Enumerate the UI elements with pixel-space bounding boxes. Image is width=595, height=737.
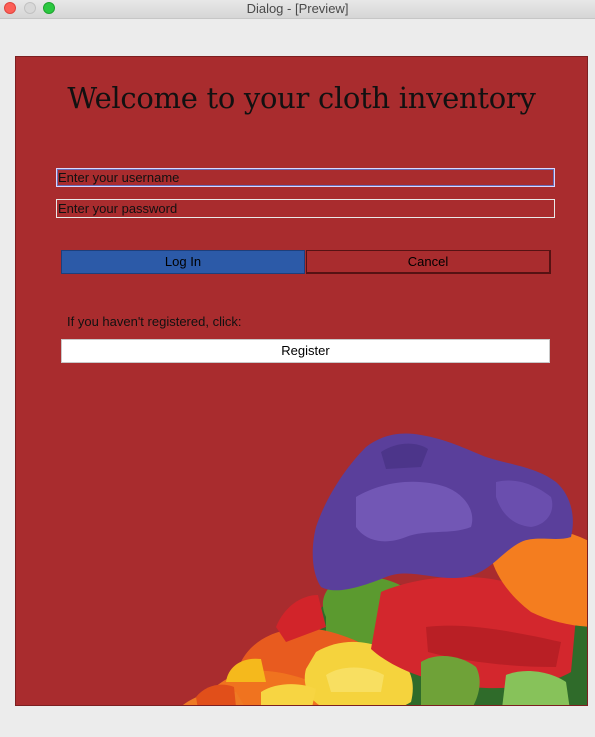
register-button[interactable]: Register [61,339,550,363]
window-title: Dialog - [Preview] [246,1,349,16]
title-bar[interactable]: Dialog - [Preview] [0,0,595,19]
login-button[interactable]: Log In [61,250,305,274]
login-panel: Welcome to your cloth inventory Log In C… [15,56,588,706]
clothes-pile-image [183,433,587,705]
username-field[interactable] [56,168,555,187]
password-field[interactable] [56,199,555,218]
dialog-window: Dialog - [Preview] Welcome to your cloth… [0,0,595,737]
page-title: Welcome to your cloth inventory [67,81,536,115]
cancel-button[interactable]: Cancel [306,250,551,274]
register-prompt: If you haven't registered, click: [67,314,242,329]
